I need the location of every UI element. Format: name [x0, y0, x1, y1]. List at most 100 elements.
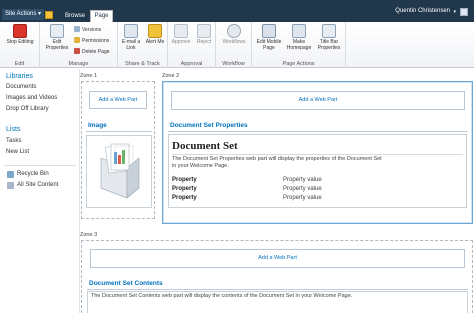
edit-mobile-page-label: Edit Mobile Page [256, 39, 282, 51]
title-bar-properties-button[interactable]: Title Bar Properties [314, 24, 344, 51]
nav-item-drop-off-library[interactable]: Drop Off Library [6, 106, 49, 112]
delete-page-label: Delete Page [82, 49, 110, 55]
stop-editing-button[interactable]: Stop Editing [2, 24, 38, 45]
site-actions-menu[interactable]: Site Actions ▾ [2, 9, 45, 20]
nav-heading-libraries[interactable]: Libraries [6, 73, 33, 80]
property-label: Property [172, 186, 197, 192]
ribbon-group-label: Share & Track [125, 61, 160, 67]
heading-rule [172, 154, 463, 155]
navigate-up-icon[interactable] [45, 11, 53, 19]
alert-me-button[interactable]: Alert Me [144, 24, 166, 45]
zone-2: Add a Web Part Document Set Properties D… [162, 81, 473, 224]
nav-item-images-and-videos[interactable]: Images and Videos [6, 95, 57, 101]
nav-heading-lists[interactable]: Lists [6, 126, 20, 133]
property-label: Property [172, 177, 197, 183]
web-part-title-rule [168, 131, 468, 132]
ribbon-group-approval: Approve Reject Approval [168, 22, 216, 68]
add-web-part-button[interactable]: Add a Web Part [90, 249, 465, 268]
ribbon-group-label: Workflow [222, 61, 245, 67]
title-bar-properties-label: Title Bar Properties [317, 39, 341, 51]
edit-properties-button[interactable]: Edit Properties [42, 24, 72, 51]
property-label: Property [172, 195, 197, 201]
edit-mobile-page-button[interactable]: Edit Mobile Page [254, 24, 284, 51]
property-value: Property value [283, 195, 322, 201]
zone-1: Add a Web Part Image [81, 81, 155, 219]
workflows-label: Workflows [222, 39, 246, 45]
email-link-icon [124, 24, 138, 38]
nav-item-tasks[interactable]: Tasks [6, 138, 21, 144]
email-link-label: E-mail a Link [121, 39, 141, 51]
quick-launch: Libraries Documents Images and Videos Dr… [0, 69, 80, 313]
make-homepage-button[interactable]: Make Homepage [285, 24, 313, 51]
nav-item-recycle-bin[interactable]: Recycle Bin [17, 171, 49, 177]
top-bar: Site Actions ▾ Browse Page Quentin Chris… [0, 0, 474, 23]
user-menu[interactable]: Quentin Christensen [395, 8, 450, 14]
approve-button[interactable]: Approve [170, 24, 192, 45]
nav-item-new-list[interactable]: New List [6, 149, 29, 155]
ribbon-group-label: Manage [68, 61, 89, 67]
permissions-button[interactable]: Permissions [74, 37, 109, 45]
zone-1-label: Zone 1 [80, 73, 98, 79]
image-frame[interactable] [86, 135, 152, 208]
reject-button[interactable]: Reject [193, 24, 215, 45]
ribbon-group-manage: Edit Properties Versions Permissions Del… [40, 22, 118, 68]
title-bar-properties-icon [322, 24, 336, 38]
property-value: Property value [283, 186, 322, 192]
document-set-properties-description: The Document Set Properties web part wil… [172, 156, 382, 169]
zone-2-label: Zone 2 [162, 73, 180, 79]
edit-properties-label: Edit Properties [45, 39, 69, 51]
approve-label: Approve [171, 39, 191, 45]
nav-item-documents[interactable]: Documents [6, 84, 36, 90]
versions-button[interactable]: Versions [74, 26, 101, 34]
ribbon-group-page-actions: Edit Mobile Page Make Homepage Title Bar… [252, 22, 346, 68]
alert-me-label: Alert Me [145, 39, 165, 45]
user-avatar[interactable] [460, 8, 468, 16]
ribbon: Stop Editing Edit Edit Properties Versio… [0, 22, 474, 68]
versions-label: Versions [82, 27, 102, 33]
reject-label: Reject [196, 39, 212, 45]
stop-editing-label: Stop Editing [6, 39, 34, 45]
site-actions-label: Site Actions [5, 11, 37, 17]
permissions-label: Permissions [82, 38, 110, 44]
ribbon-group-label: Edit [14, 61, 25, 67]
web-part-title-rule [87, 289, 468, 290]
alert-me-icon [148, 24, 162, 38]
make-homepage-icon [292, 24, 306, 38]
document-set-heading: Document Set [172, 140, 238, 152]
ribbon-group-label: Approval [180, 61, 203, 67]
all-site-content-icon [7, 182, 14, 189]
ribbon-group-share-track: E-mail a Link Alert Me Share & Track [118, 22, 168, 68]
workflows-icon [227, 24, 241, 38]
nav-divider [4, 165, 76, 166]
image-web-part-title[interactable]: Image [88, 122, 107, 129]
document-set-contents-panel: The Document Set Contents web part will … [87, 291, 468, 313]
versions-icon [74, 26, 80, 32]
zone-3-label: Zone 3 [80, 232, 98, 238]
chevron-down-icon: ▾ [38, 11, 42, 17]
document-set-properties-title[interactable]: Document Set Properties [170, 122, 248, 129]
stop-editing-icon [13, 24, 27, 38]
document-set-image [100, 143, 140, 199]
document-set-contents-title[interactable]: Document Set Contents [89, 280, 163, 287]
chevron-down-icon[interactable]: ▾ [453, 9, 456, 15]
zone-3: Add a Web Part Document Set Contents The… [81, 240, 473, 313]
add-web-part-button[interactable]: Add a Web Part [89, 91, 147, 109]
delete-page-icon [74, 48, 80, 54]
approve-icon [174, 24, 188, 38]
nav-item-all-site-content[interactable]: All Site Content [17, 182, 58, 188]
recycle-bin-icon [7, 171, 14, 178]
web-part-title-rule [86, 131, 152, 132]
workflows-button[interactable]: Workflows [219, 24, 249, 45]
ribbon-group-workflow: Workflows Workflow [216, 22, 252, 68]
tab-browse[interactable]: Browse [62, 11, 88, 22]
edit-mobile-page-icon [262, 24, 276, 38]
document-set-properties-panel: Document Set The Document Set Properties… [168, 134, 467, 208]
make-homepage-label: Make Homepage [286, 39, 312, 51]
edit-properties-icon [50, 24, 64, 38]
add-web-part-button[interactable]: Add a Web Part [171, 91, 465, 110]
email-link-button[interactable]: E-mail a Link [120, 24, 142, 51]
document-set-contents-description: The Document Set Contents web part will … [91, 293, 353, 299]
property-value: Property value [283, 177, 322, 183]
ribbon-group-label: Page Actions [282, 61, 315, 67]
delete-page-button[interactable]: Delete Page [74, 48, 110, 56]
